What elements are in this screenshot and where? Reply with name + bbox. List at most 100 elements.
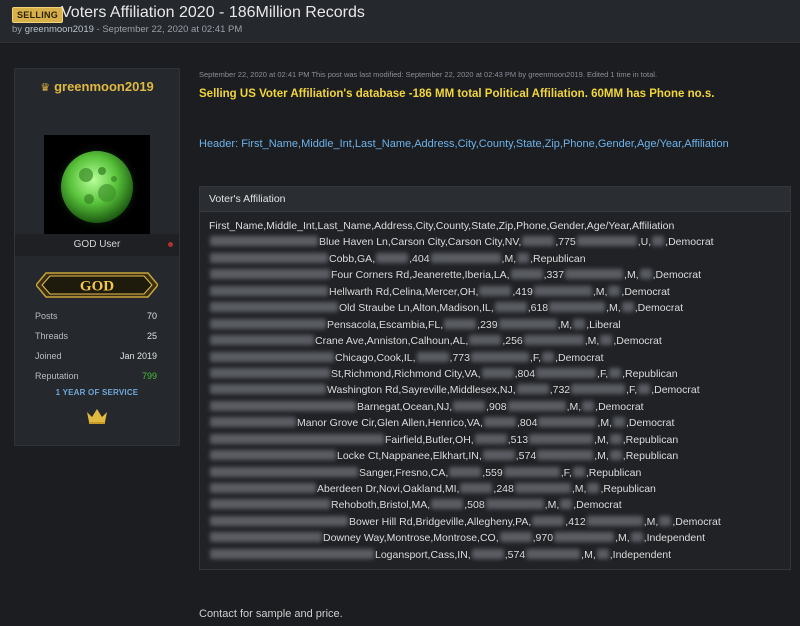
code-lines: First_Name,Middle_Int,Last_Name,Address,… — [209, 218, 784, 563]
record-row: Locke Ct,Nappanee,Elkhart,IN, ,574 ,M, ,Rep… — [209, 448, 784, 464]
redacted-zip — [479, 285, 512, 296]
redacted-phone — [514, 483, 571, 493]
record-row: Aberdeen Dr,Novi,Oakland,MI, ,248 ,M, ,Repu… — [209, 481, 784, 497]
redacted-zip — [483, 417, 516, 428]
redacted-phone — [533, 285, 592, 296]
redacted-zip — [481, 367, 514, 378]
redacted-phone — [485, 499, 544, 510]
redacted-age — [638, 384, 651, 395]
record-row: St,Richmond,Richmond City,VA, ,804 ,F, ,Rep… — [209, 366, 784, 382]
redacted-zip — [444, 318, 477, 329]
stat-row-joined: Joined Jan 2019 — [35, 351, 157, 361]
post-body: September 22, 2020 at 02:41 PM This post… — [199, 68, 791, 626]
redacted-zip — [471, 548, 504, 559]
record-row: Bower Hill Rd,Bridgeville,Allegheny,PA,,… — [209, 514, 784, 530]
redacted-age — [608, 285, 621, 296]
user-title: GOD User — [73, 239, 121, 250]
record-row: Four Corners Rd,Jeanerette,Iberia,LA, ,33… — [209, 267, 784, 283]
redacted-zip — [510, 269, 543, 280]
code-header-line: First_Name,Middle_Int,Last_Name,Address,… — [209, 220, 675, 232]
redacted-age — [609, 450, 622, 461]
redacted-phone — [554, 532, 615, 543]
record-row: Fairfield,Butler,OH, ,513 ,M, ,Republican — [209, 432, 784, 448]
redacted-phone — [523, 335, 584, 346]
redacted-zip — [431, 499, 464, 510]
record-row: Logansport,Cass,IN, ,574 ,M, ,Independent — [209, 547, 784, 563]
record-row: Sanger,Fresno,CA, ,559 ,F, ,Republican — [209, 465, 784, 481]
post-meta: September 22, 2020 at 02:41 PM This post… — [199, 70, 658, 79]
redacted-age — [582, 400, 595, 411]
redacted-zip — [482, 450, 515, 461]
username-link[interactable]: ♛ greenmoon2019 — [15, 79, 179, 94]
redacted-name — [210, 433, 384, 444]
redacted-phone — [503, 466, 560, 477]
redacted-name — [210, 351, 334, 362]
redacted-phone — [507, 400, 566, 411]
redacted-age — [517, 252, 530, 263]
redacted-zip — [516, 384, 549, 395]
service-badge: 1 YEAR OF SERVICE — [55, 388, 139, 397]
redacted-phone — [571, 384, 626, 395]
author-link[interactable]: greenmoon2019 — [25, 24, 94, 35]
redacted-name — [210, 515, 348, 526]
redacted-phone — [549, 302, 606, 313]
redacted-zip — [474, 433, 507, 444]
redacted-age — [542, 351, 555, 362]
redacted-phone — [529, 433, 594, 444]
redacted-name — [210, 499, 330, 510]
selling-badge: SELLING — [12, 7, 64, 23]
redacted-zip — [494, 302, 527, 313]
redacted-phone — [537, 450, 594, 461]
record-row: Pensacola,Escambia,FL, ,239 ,M, ,Liberal — [209, 317, 784, 333]
redacted-name — [210, 269, 330, 280]
redacted-phone — [538, 417, 597, 428]
code-block: Voter's Affiliation First_Name,Middle_In… — [199, 186, 791, 570]
redacted-name — [210, 548, 374, 559]
status-dot-icon — [168, 242, 173, 247]
redacted-zip — [449, 466, 482, 477]
redacted-age — [560, 499, 573, 510]
redacted-age — [609, 433, 622, 444]
redacted-name — [210, 532, 322, 543]
record-row: Manor Grove Cir,Glen Allen,Henrico,VA, ,8… — [209, 415, 784, 431]
redacted-name — [210, 400, 356, 411]
redacted-zip — [522, 236, 555, 247]
redacted-phone — [576, 236, 637, 247]
redacted-age — [596, 548, 609, 559]
redacted-name — [210, 483, 316, 493]
redacted-age — [652, 236, 665, 247]
avatar[interactable] — [44, 135, 150, 239]
crown-icon: ♛ — [40, 82, 51, 94]
stat-row-threads: Threads 25 — [35, 331, 157, 341]
contact-text: Contact for sample and price. — [199, 608, 343, 620]
user-profile-card: ♛ greenmoon2019 GOD User GOD Posts 70 Th… — [14, 68, 180, 446]
code-block-title-bar: Voter's Affiliation — [200, 187, 790, 212]
crown-icon — [87, 409, 107, 424]
redacted-name — [210, 318, 326, 329]
post-headline: Selling US Voter Affiliation's database … — [199, 88, 715, 100]
record-row: Cobb,GA, ,404 ,M, ,Republican — [209, 251, 784, 267]
stat-row-posts: Posts 70 — [35, 311, 157, 321]
stat-row-reputation: Reputation 799 — [35, 371, 157, 381]
redacted-name — [210, 384, 326, 395]
redacted-phone — [498, 318, 557, 329]
record-row: Blue Haven Ln,Carson City,Carson City,NV… — [209, 234, 784, 250]
thread-title: Voters Affiliation 2020 - 186Million Rec… — [61, 4, 365, 21]
redacted-zip — [532, 515, 565, 526]
record-row: Chicago,Cook,IL, ,773 ,F, ,Democrat — [209, 350, 784, 366]
redacted-zip — [453, 400, 486, 411]
record-row: Washington Rd,Sayreville,Middlesex,NJ, ,7… — [209, 382, 784, 398]
record-row: Crane Ave,Anniston,Calhoun,AL, ,256 ,M, ,De… — [209, 333, 784, 349]
redacted-phone — [586, 515, 643, 526]
redacted-name — [210, 236, 318, 247]
redacted-phone — [430, 252, 501, 263]
record-row: Barnegat,Ocean,NJ, ,908 ,M, ,Democrat — [209, 399, 784, 415]
redacted-age — [573, 318, 586, 329]
redacted-zip — [469, 335, 502, 346]
redacted-phone — [565, 269, 624, 280]
record-row: Hellwarth Rd,Celina,Mercer,OH, ,419 ,M, ,De… — [209, 284, 784, 300]
thread-header: SELLING Voters Affiliation 2020 - 186Mil… — [0, 0, 800, 43]
redacted-name — [210, 417, 296, 428]
redacted-zip — [460, 483, 493, 493]
redacted-zip — [376, 252, 409, 263]
